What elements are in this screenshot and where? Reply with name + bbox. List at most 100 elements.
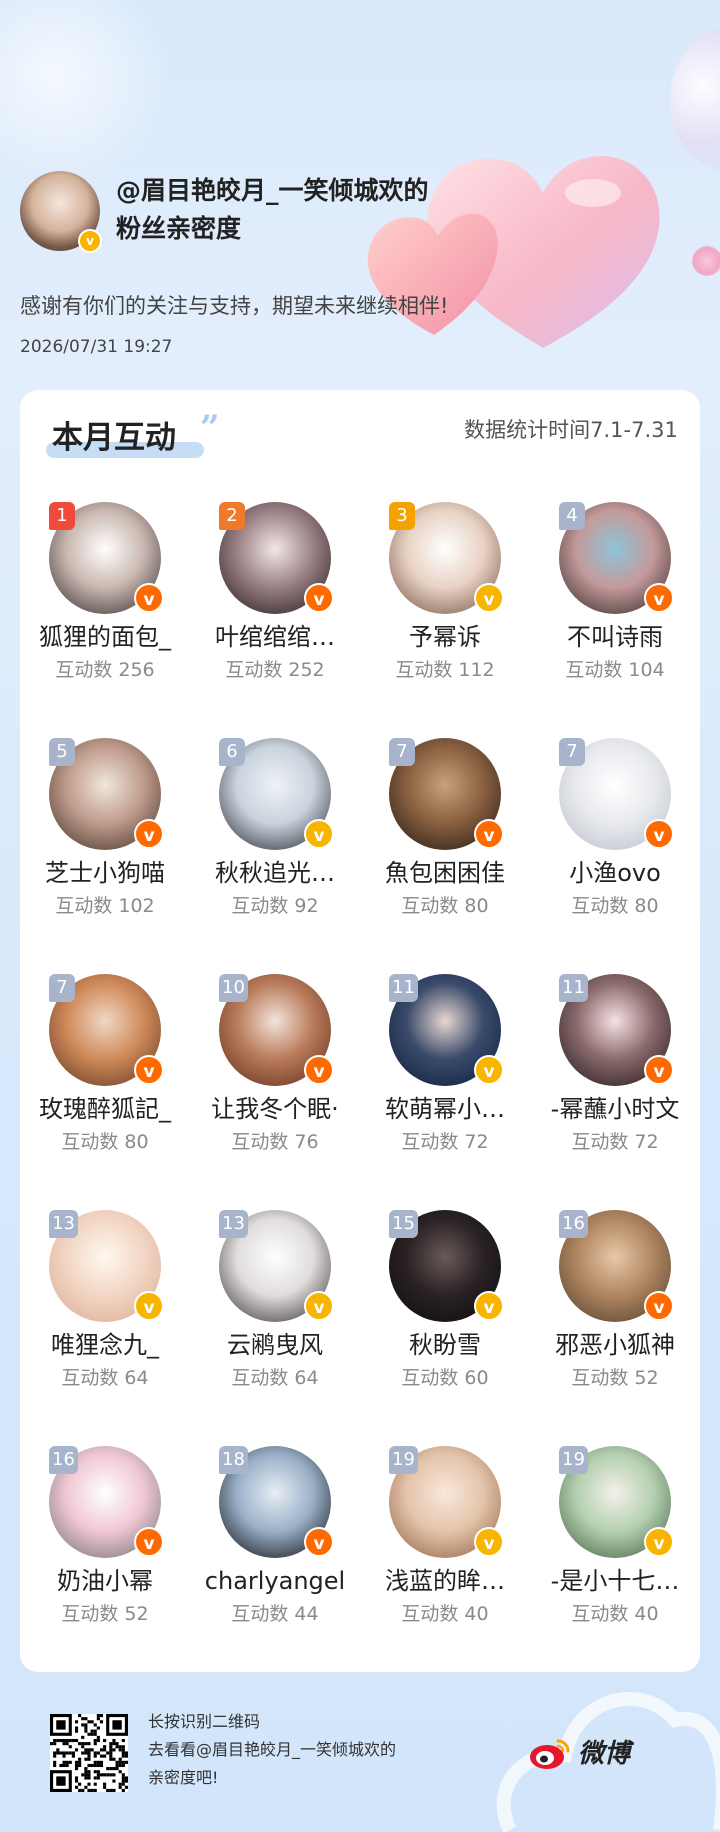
verified-badge-icon: v — [644, 583, 674, 613]
verified-badge-icon: v — [474, 1055, 504, 1085]
interaction-count: 互动数 104 — [565, 659, 665, 681]
interaction-count: 互动数 44 — [231, 1603, 319, 1625]
fan-item[interactable]: 13 v 云鹇曳风互动数 64 — [190, 1210, 360, 1446]
verified-badge-icon: v — [304, 1291, 334, 1321]
verified-badge-icon: v — [134, 1527, 164, 1557]
fan-name: 浅蓝的眸… — [385, 1567, 505, 1595]
fan-item[interactable]: 5 v 芝士小狗喵 互动数 102 — [20, 738, 190, 974]
brand-name: 微博 — [578, 1739, 631, 1769]
interaction-count: 互动数 40 — [571, 1603, 659, 1625]
interaction-count: 互动数 80 — [61, 1131, 149, 1153]
decor-bubble-right — [670, 30, 720, 170]
rank-badge: 1 — [49, 502, 75, 530]
footer-text: 长按识别二维码 去看看@眉目艳皎月_一笑倾城欢的 亲密度吧! — [148, 1708, 448, 1792]
fan-name: 云鹇曳风 — [227, 1331, 323, 1359]
rank-badge: 16 — [559, 1210, 588, 1238]
fan-item[interactable]: 7 v 玫瑰醉狐記_ 互动数 80 — [20, 974, 190, 1210]
owner-avatar[interactable]: v — [20, 171, 102, 253]
fan-name: -幂蘸小时文 — [550, 1095, 680, 1123]
fan-name: 秋盼雪 — [409, 1331, 481, 1359]
rank-badge: 19 — [389, 1446, 418, 1474]
fan-item[interactable]: 4 v 不叫诗雨 互动数 104 — [530, 502, 700, 738]
fan-item[interactable]: 7 v 小渔ovo 互动数 80 — [530, 738, 700, 974]
rank-badge: 18 — [219, 1446, 248, 1474]
rank-badge: 16 — [49, 1446, 78, 1474]
verified-badge-icon: v — [474, 819, 504, 849]
verified-badge-icon: v — [644, 1291, 674, 1321]
fan-name: 软萌幂小… — [385, 1095, 505, 1123]
rank-badge: 4 — [559, 502, 585, 530]
section-title: 本月互动 — [52, 420, 176, 456]
fan-intimacy-card: 本月互动 ” 数据统计时间7.1-7.31 1 v 狐狸的面包_ 互动数 256 2 v 叶… — [20, 390, 700, 1672]
verified-badge-icon: v — [474, 1527, 504, 1557]
fan-item[interactable]: 11 v -幂蘸小时文 互动数 72 — [530, 974, 700, 1210]
fan-item[interactable]: 16 v 邪恶小狐神 互动数 52 — [530, 1210, 700, 1446]
fan-item[interactable]: 16 v 奶油小幂 互动数 52 — [20, 1446, 190, 1682]
fan-name: 予幂诉 — [409, 623, 481, 651]
decor-bubble-small — [692, 246, 720, 276]
fan-item[interactable]: 7 v 魚包困困佳 互动数 80 — [360, 738, 530, 974]
interaction-count: 互动数 64 — [231, 1367, 319, 1389]
thanks-message: 感谢有你们的关注与支持，期望未来继续相伴! — [20, 294, 449, 318]
verified-badge-icon: v — [644, 1527, 674, 1557]
fan-item[interactable]: 13 v 唯狸念九_ 互动数 64 — [20, 1210, 190, 1446]
fan-item[interactable]: 2 v 叶绾绾绾… 互动数 252 — [190, 502, 360, 738]
interaction-count: 互动数 76 — [231, 1131, 319, 1153]
verified-badge-icon: v — [304, 1527, 334, 1557]
fan-name: 魚包困困佳 — [385, 859, 505, 887]
rank-badge: 11 — [559, 974, 588, 1002]
interaction-count: 互动数 80 — [571, 895, 659, 917]
rank-badge: 10 — [219, 974, 248, 1002]
fan-name: charlyangel — [204, 1567, 346, 1595]
fan-item[interactable]: 18 v charlyangel 互动数 44 — [190, 1446, 360, 1682]
fan-name: 奶油小幂 — [57, 1567, 153, 1595]
fan-item[interactable]: 1 v 狐狸的面包_ 互动数 256 — [20, 502, 190, 738]
page-title: @眉目艳皎月_一笑倾城欢的粉丝亲密度 — [116, 176, 429, 243]
interaction-count: 互动数 64 — [61, 1367, 149, 1389]
rank-badge: 2 — [219, 502, 245, 530]
fan-name: 叶绾绾绾… — [215, 623, 335, 651]
rank-badge: 7 — [49, 974, 75, 1002]
fan-name: 让我冬个眠· — [211, 1095, 339, 1123]
interaction-count: 互动数 60 — [401, 1367, 489, 1389]
interaction-count: 互动数 40 — [401, 1603, 489, 1625]
verified-badge-icon: v — [134, 1291, 164, 1321]
footer-line-3: 亲密度吧! — [148, 1768, 219, 1787]
decor-bubble-left — [0, 0, 170, 190]
verified-badge-icon: v — [474, 583, 504, 613]
footer-line-2: 去看看@眉目艳皎月_一笑倾城欢的 — [148, 1740, 397, 1759]
rank-badge: 3 — [389, 502, 415, 530]
verified-badge-icon: v — [474, 1291, 504, 1321]
interaction-count: 互动数 72 — [571, 1131, 659, 1153]
fan-item[interactable]: 11 v 软萌幂小… 互动数 72 — [360, 974, 530, 1210]
fan-item[interactable]: 10 v 让我冬个眠· 互动数 76 — [190, 974, 360, 1210]
rank-badge: 11 — [389, 974, 418, 1002]
verified-badge-icon: v — [304, 583, 334, 613]
verified-badge-icon: v — [134, 583, 164, 613]
header: v @眉目艳皎月_一笑倾城欢的粉丝亲密度 感谢有你们的关注与支持，期望未来继续相… — [0, 0, 720, 400]
interaction-count: 互动数 102 — [55, 895, 155, 917]
verified-badge-icon: v — [304, 1055, 334, 1085]
verified-badge-icon: v — [304, 819, 334, 849]
rank-badge: 13 — [219, 1210, 248, 1238]
fan-item[interactable]: 15 v 秋盼雪互动数 60 — [360, 1210, 530, 1446]
quote-icon: ” — [200, 408, 220, 448]
fan-item[interactable]: 6 v 秋秋追光… 互动数 92 — [190, 738, 360, 974]
rank-badge: 13 — [49, 1210, 78, 1238]
rank-badge: 19 — [559, 1446, 588, 1474]
qr-code-icon[interactable] — [50, 1714, 128, 1792]
interaction-count: 互动数 256 — [55, 659, 155, 681]
fan-name: 秋秋追光… — [215, 859, 335, 887]
verified-badge-icon: v — [134, 819, 164, 849]
verified-badge-icon: v — [134, 1055, 164, 1085]
fan-name: 玫瑰醉狐記_ — [39, 1095, 171, 1123]
fan-name: 狐狸的面包_ — [39, 623, 171, 651]
footer-line-1: 长按识别二维码 — [148, 1712, 261, 1731]
stat-time-range: 数据统计时间7.1-7.31 — [464, 418, 678, 442]
fan-item[interactable]: 3 v 予幂诉 互动数 112 — [360, 502, 530, 738]
fan-name: 芝士小狗喵 — [45, 859, 165, 887]
rank-badge: 15 — [389, 1210, 418, 1238]
verified-badge-icon: v — [78, 229, 102, 253]
fan-name: -是小十七… — [550, 1567, 680, 1595]
interaction-count: 互动数 252 — [225, 659, 325, 681]
